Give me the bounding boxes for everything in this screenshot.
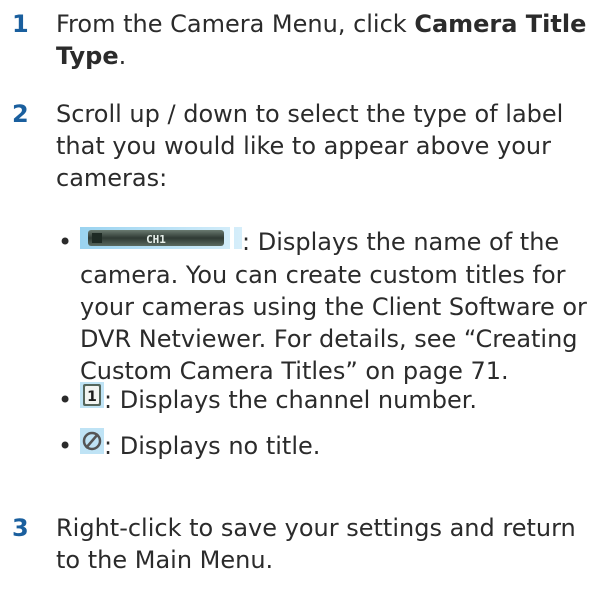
step-number: 3 xyxy=(12,514,29,542)
step-text-post: . xyxy=(118,42,127,70)
step-number: 2 xyxy=(12,100,29,128)
step-text-pre: From the Camera Menu, click xyxy=(56,10,415,38)
camera-name-label-icon: CH1 xyxy=(80,225,242,257)
bullet-text: 1 : Displays the channel number. xyxy=(80,382,605,418)
channel-number-label-text: 1 xyxy=(87,389,97,405)
no-title-icon xyxy=(80,428,104,462)
step-text: From the Camera Menu, click Camera Title… xyxy=(56,8,601,72)
bullet-dot: • xyxy=(58,432,73,460)
step-number: 1 xyxy=(12,10,29,38)
bullet-text: : Displays no title. xyxy=(80,428,605,464)
bullet-text: CH1 : Displays the name of the camera. Y… xyxy=(80,226,605,387)
step-text: Right-click to save your settings and re… xyxy=(56,514,576,574)
bullet-dot: • xyxy=(58,386,73,414)
step-text: Scroll up / down to select the type of l… xyxy=(56,100,564,192)
bullet-dot: • xyxy=(58,228,73,256)
channel-number-label-icon: 1 xyxy=(80,382,104,416)
camera-name-label-text: CH1 xyxy=(146,233,166,246)
bullet-desc: : Displays no title. xyxy=(104,432,321,460)
bullet-desc: : Displays the channel number. xyxy=(104,386,478,414)
